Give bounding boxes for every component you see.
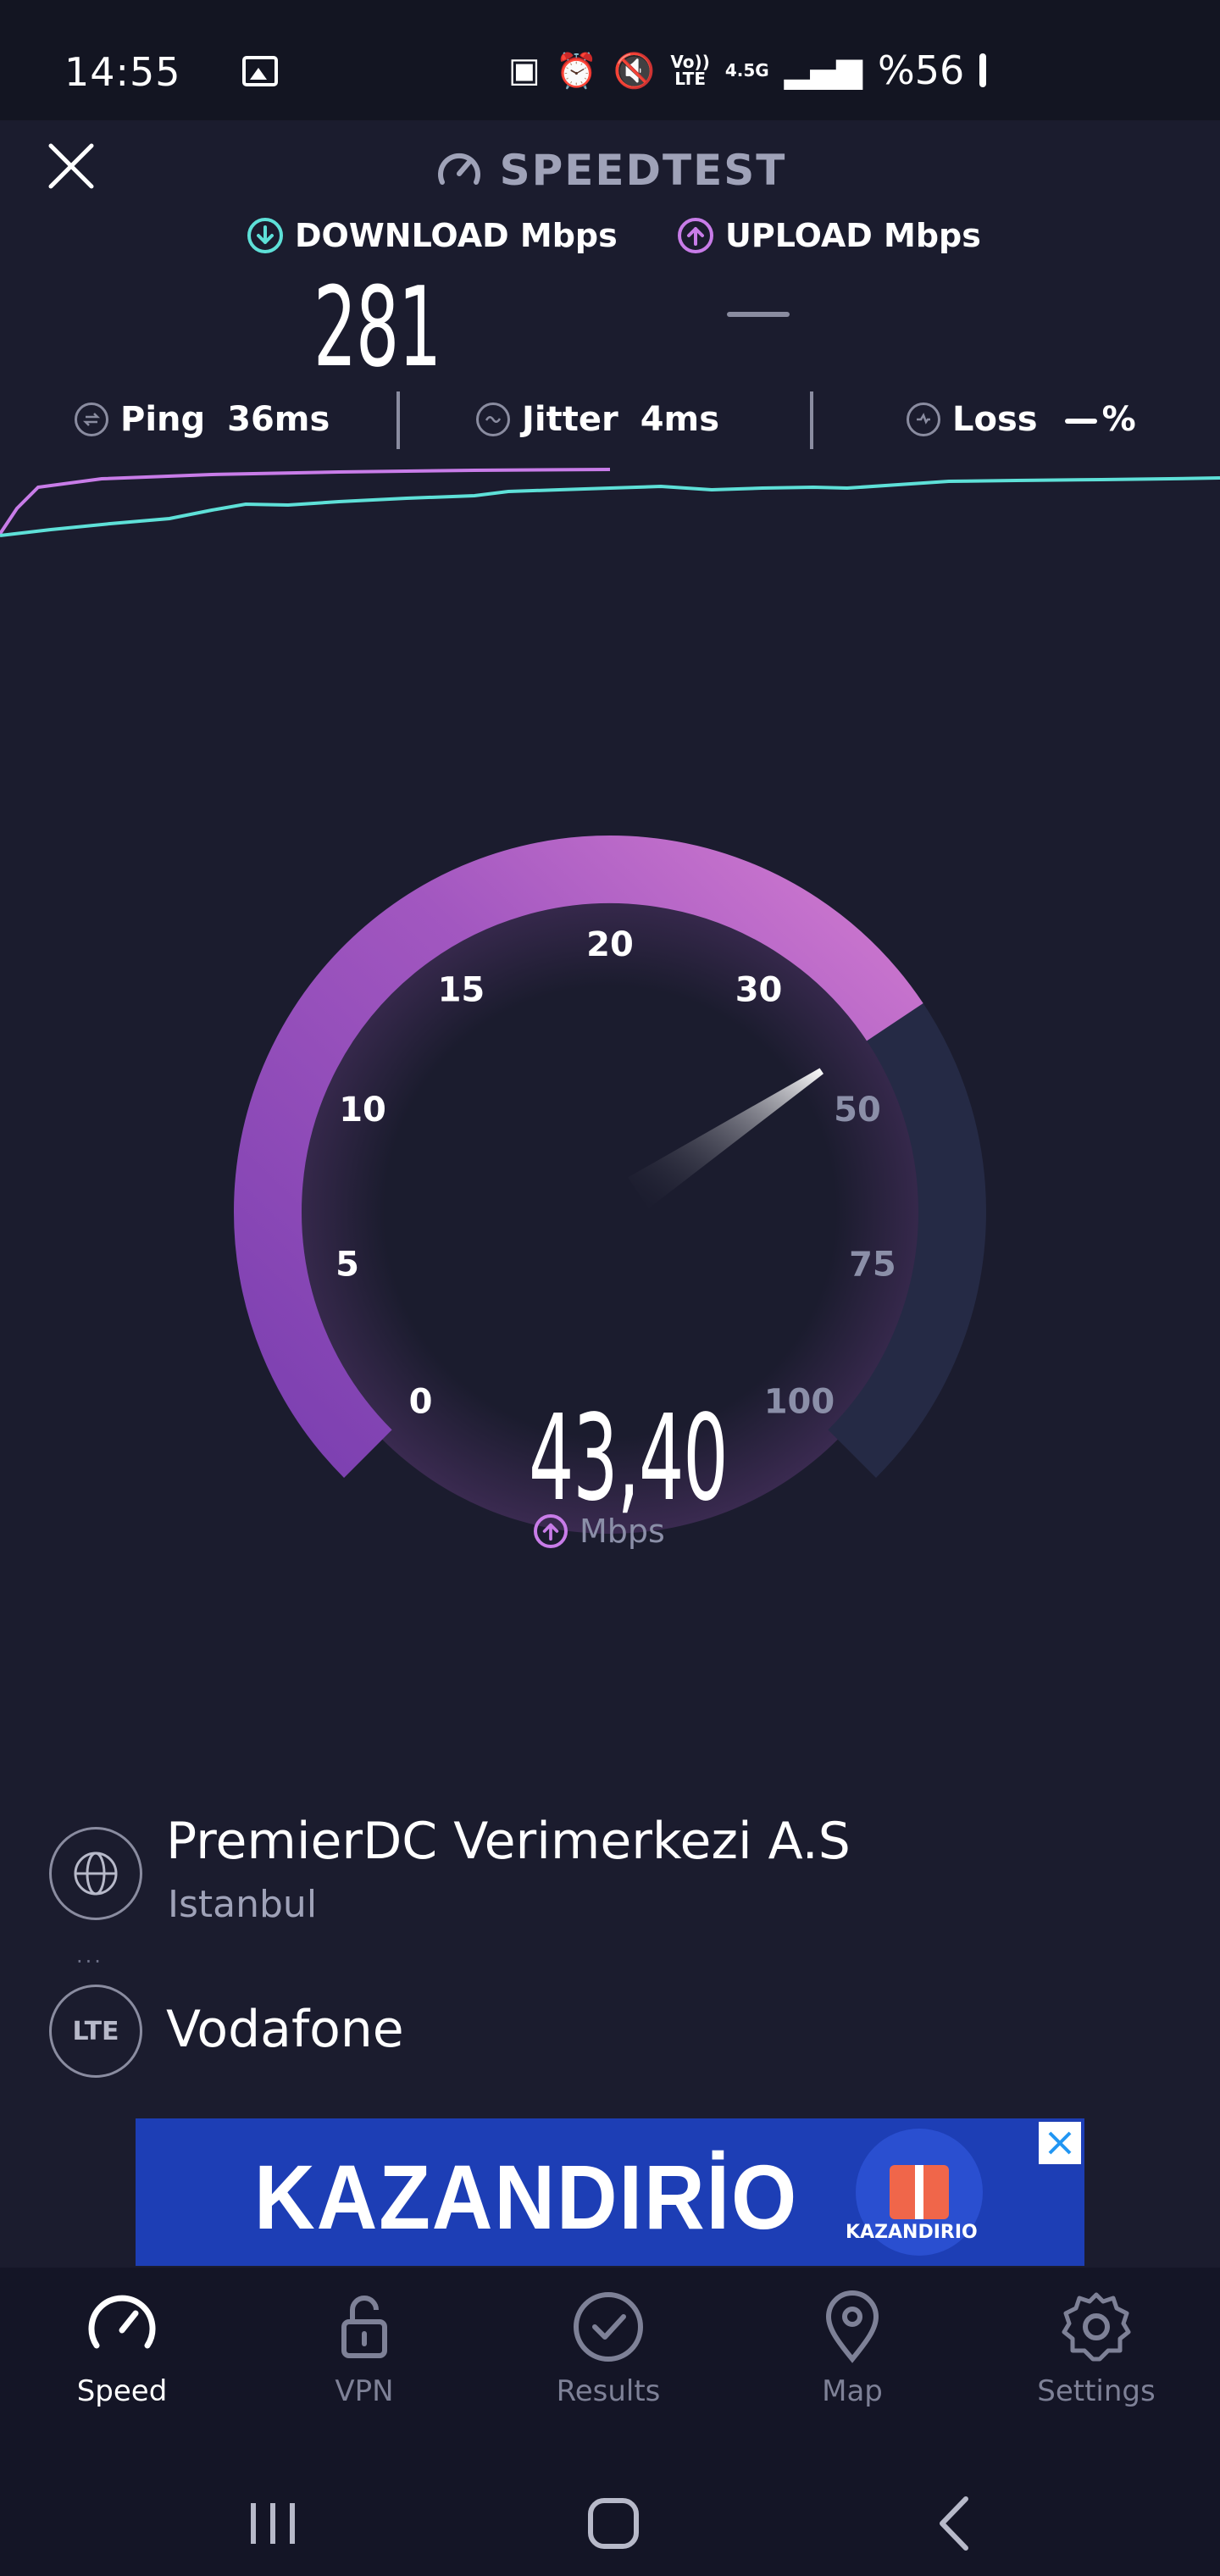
recents-button[interactable] xyxy=(222,2481,324,2566)
upload-icon xyxy=(678,218,713,253)
loss-icon xyxy=(907,402,940,436)
nav-results-label: Results xyxy=(556,2374,661,2408)
loss-label: Loss xyxy=(952,400,1038,439)
download-value: 281 xyxy=(313,263,441,391)
gauge-tick-label: 50 xyxy=(834,1091,881,1130)
server-name[interactable]: PremierDC Verimerkezi A.S xyxy=(166,1812,851,1871)
network-type-icon: 4.5G xyxy=(724,60,769,80)
carrier-name: Vodafone xyxy=(166,2000,404,2059)
battery-saver-icon: ▣ xyxy=(508,51,541,90)
upload-value-placeholder xyxy=(727,312,790,317)
signal-icon: ▂▄▆ xyxy=(784,51,862,90)
nav-settings[interactable]: Settings xyxy=(995,2285,1198,2446)
gauge-tick-label: 100 xyxy=(764,1382,835,1421)
gauge-tick-label: 10 xyxy=(339,1091,386,1130)
server-globe-icon[interactable] xyxy=(49,1827,142,1920)
speed-unit-label: Mbps xyxy=(580,1513,665,1550)
gallery-icon xyxy=(242,56,278,86)
gauge-tick-label: 20 xyxy=(586,925,634,964)
gauge-tick-label: 15 xyxy=(438,970,485,1009)
current-speed-unit: Mbps xyxy=(534,1510,665,1552)
nav-vpn[interactable]: VPN xyxy=(263,2285,466,2446)
speedometer-icon xyxy=(437,153,480,185)
jitter-value: 4ms xyxy=(640,400,720,439)
connector-dots: ··· xyxy=(76,1950,103,1974)
recents-icon xyxy=(251,2503,295,2544)
download-graph-line xyxy=(0,476,1220,537)
app-title: SPEEDTEST xyxy=(424,141,796,200)
ad-logo-text: KAZANDIRIO xyxy=(846,2222,978,2243)
globe-icon xyxy=(74,1852,118,1896)
nav-map-label: Map xyxy=(822,2374,883,2408)
nav-speed[interactable]: Speed xyxy=(20,2285,224,2446)
home-button[interactable] xyxy=(563,2481,664,2566)
current-speed-value: 43,40 xyxy=(529,1390,729,1528)
gauge-tick-label: 75 xyxy=(849,1246,896,1285)
jitter-label: Jitter xyxy=(522,400,618,439)
download-header: DOWNLOAD Mbps xyxy=(247,212,618,259)
loss-value: % xyxy=(1060,400,1136,439)
close-icon xyxy=(1048,2131,1072,2155)
gift-icon xyxy=(890,2165,949,2219)
status-time: 14:55 xyxy=(64,49,181,95)
ping-icon xyxy=(75,402,108,436)
volte-icon: Vo)) LTE xyxy=(670,52,710,89)
unlock-icon xyxy=(341,2296,387,2358)
speedometer-icon xyxy=(88,2295,156,2349)
gauge-tick-label: 5 xyxy=(336,1246,359,1285)
ad-banner[interactable]: KAZANDIRİO KAZANDIRIO xyxy=(136,2118,1084,2266)
upload-icon xyxy=(534,1514,568,1548)
home-icon xyxy=(588,2498,639,2549)
map-pin-icon xyxy=(825,2290,879,2363)
ad-text[interactable]: KAZANDIRİO xyxy=(254,2144,798,2250)
status-icons: ▣ ⏰ 🔇 Vo)) LTE 4.5G ▂▄▆ %56 xyxy=(508,47,987,93)
ad-close-button[interactable] xyxy=(1039,2122,1081,2164)
upload-header: UPLOAD Mbps xyxy=(678,212,981,259)
nav-settings-label: Settings xyxy=(1037,2374,1156,2408)
close-button[interactable] xyxy=(47,142,95,190)
jitter-icon xyxy=(476,402,510,436)
back-button[interactable] xyxy=(903,2481,1005,2566)
battery-percent: %56 xyxy=(877,47,965,93)
battery-icon xyxy=(979,53,987,87)
gauge-tick-label: 0 xyxy=(409,1382,433,1421)
download-icon xyxy=(247,218,283,253)
close-icon xyxy=(48,143,94,189)
carrier-lte-icon: LTE xyxy=(49,1985,142,2078)
gauge-tick-label: 30 xyxy=(735,970,783,1009)
mute-icon: 🔇 xyxy=(613,51,656,91)
nav-results[interactable]: Results xyxy=(507,2285,710,2446)
carrier-icon-text: LTE xyxy=(72,2016,119,2046)
app-title-text: SPEEDTEST xyxy=(499,146,787,195)
upload-label: UPLOAD Mbps xyxy=(725,217,981,254)
back-chevron-icon xyxy=(940,2496,968,2551)
download-label: DOWNLOAD Mbps xyxy=(295,217,618,254)
ping-label: Ping xyxy=(120,400,206,439)
alarm-icon: ⏰ xyxy=(555,51,598,91)
check-circle-icon xyxy=(574,2292,643,2362)
speed-graph xyxy=(0,468,1220,537)
server-city: Istanbul xyxy=(168,1883,318,1926)
nav-speed-label: Speed xyxy=(76,2374,168,2408)
nav-vpn-label: VPN xyxy=(335,2374,394,2408)
ping-value: 36ms xyxy=(227,400,330,439)
nav-map[interactable]: Map xyxy=(751,2285,954,2446)
gear-icon xyxy=(1062,2292,1131,2362)
